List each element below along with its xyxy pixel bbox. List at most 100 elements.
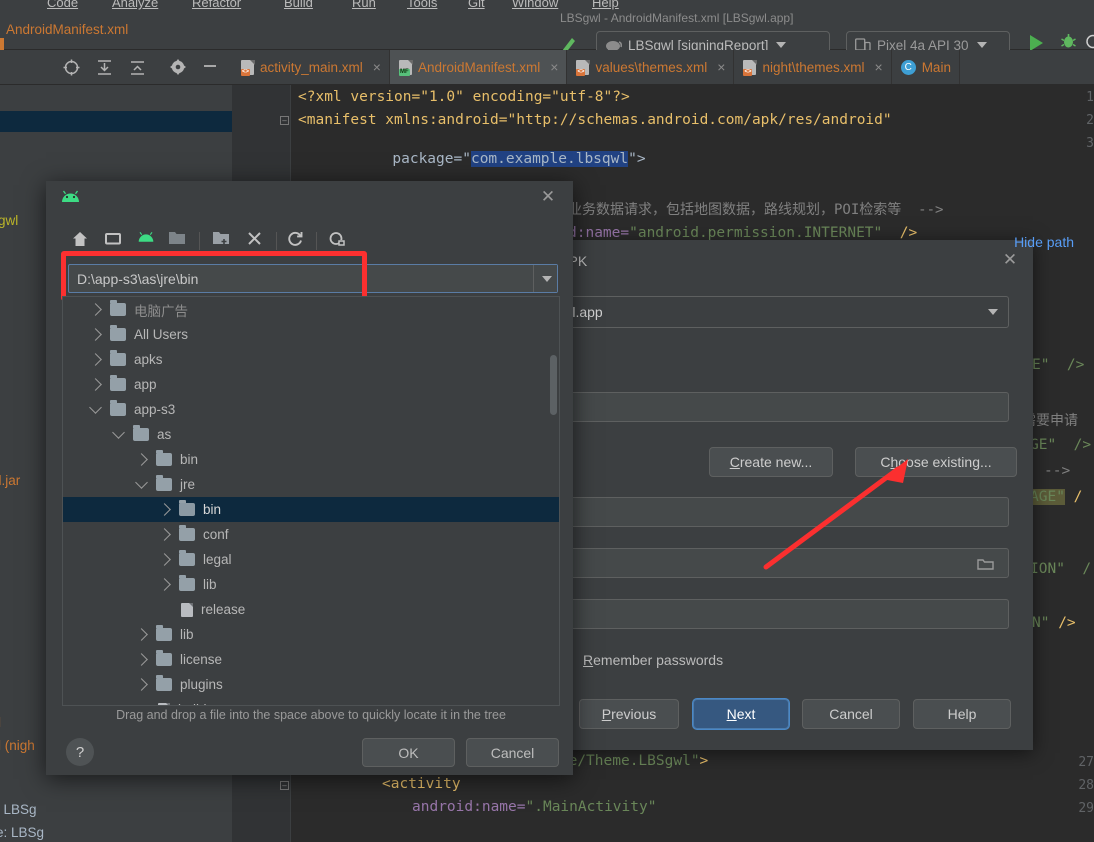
path-history-dropdown[interactable]: [533, 265, 557, 292]
close-icon[interactable]: ✕: [1001, 251, 1019, 269]
tree-row-app[interactable]: app: [63, 372, 559, 397]
tree-row-as-bin[interactable]: bin: [63, 447, 559, 472]
close-icon[interactable]: ✕: [539, 188, 557, 206]
breadcrumb[interactable]: AndroidManifest.xml: [6, 22, 128, 37]
tree-row-lib[interactable]: lib: [63, 622, 559, 647]
key-password-field[interactable]: [501, 599, 1009, 629]
collapse-all-icon[interactable]: [129, 59, 146, 80]
project-selected-row[interactable]: [0, 111, 232, 132]
menu-item-analyze[interactable]: Analyze: [112, 0, 158, 10]
code-fold-icon[interactable]: –: [280, 116, 289, 125]
android-device-icon[interactable]: [137, 230, 159, 252]
run-button[interactable]: [1030, 35, 1043, 51]
new-folder-icon[interactable]: [212, 230, 234, 252]
tree-row-release[interactable]: release: [63, 597, 559, 622]
project-tree-item[interactable]: gwl: [0, 213, 18, 228]
tab-close-icon[interactable]: ×: [875, 59, 883, 75]
tree-row-legal[interactable]: legal: [63, 547, 559, 572]
tree-row-lib-inner[interactable]: lib: [63, 572, 559, 597]
chevron-right-icon[interactable]: [135, 453, 148, 466]
tab-close-icon[interactable]: ×: [550, 59, 558, 75]
cancel-button[interactable]: Cancel: [802, 699, 900, 729]
line-number: 29: [1078, 801, 1094, 816]
project-tree-item[interactable]: d.jar: [0, 473, 20, 488]
editor-tab-bar[interactable]: <> activity_main.xml × MF AndroidManifes…: [232, 50, 1094, 85]
code-fold-icon[interactable]: –: [280, 781, 289, 790]
tree-row-apks[interactable]: apks: [63, 347, 559, 372]
delete-x-icon[interactable]: [246, 230, 268, 252]
project-tree-item[interactable]: l (nigh: [0, 738, 35, 753]
ok-button[interactable]: OK: [362, 738, 455, 767]
folder-icon[interactable]: [977, 557, 994, 570]
settings-gear-icon[interactable]: [170, 59, 186, 79]
key-alias-field[interactable]: [501, 548, 1009, 578]
chevron-right-icon[interactable]: [158, 503, 171, 516]
project-folder-icon[interactable]: [168, 230, 190, 252]
chevron-down-icon[interactable]: [89, 401, 102, 414]
xml-file-icon: <>: [576, 59, 591, 76]
target-locate-icon[interactable]: [63, 59, 80, 80]
tree-row-as[interactable]: as: [63, 422, 559, 447]
tab-main-activity[interactable]: C Main: [892, 50, 960, 84]
tab-values-themes-xml[interactable]: <> values\themes.xml ×: [567, 50, 735, 84]
chevron-down-icon[interactable]: [112, 426, 125, 439]
refresh-icon[interactable]: [286, 230, 308, 252]
menu-item-window[interactable]: Window: [512, 0, 558, 10]
chevron-down-icon[interactable]: [135, 476, 148, 489]
tab-close-icon[interactable]: ×: [717, 59, 725, 75]
tree-scrollbar-thumb[interactable]: [550, 355, 557, 415]
project-tree-item[interactable]: e: LBSg: [0, 825, 44, 840]
previous-button[interactable]: Previous: [579, 699, 679, 729]
desktop-icon[interactable]: [104, 230, 126, 252]
chevron-right-icon[interactable]: [89, 303, 102, 316]
menu-item-tools[interactable]: Tools: [407, 0, 437, 10]
tree-row-all-users[interactable]: All Users: [63, 322, 559, 347]
path-cancel-button[interactable]: Cancel: [466, 738, 559, 767]
expand-all-icon[interactable]: [96, 59, 113, 80]
tree-row-build-txt[interactable]: build.txt: [63, 697, 559, 705]
chevron-right-icon[interactable]: [158, 528, 171, 541]
tab-close-icon[interactable]: ×: [373, 59, 381, 75]
chevron-right-icon[interactable]: [89, 378, 102, 391]
chevron-right-icon[interactable]: [89, 328, 102, 341]
hide-minus-icon[interactable]: [202, 58, 218, 78]
menu-item-build[interactable]: Build: [284, 0, 313, 10]
menu-item-run[interactable]: Run: [352, 0, 376, 10]
show-hidden-icon[interactable]: [328, 230, 350, 252]
tree-row-label: license: [180, 652, 223, 667]
help-icon-button[interactable]: ?: [66, 738, 94, 766]
tree-row-jre[interactable]: jre: [63, 472, 559, 497]
chevron-right-icon[interactable]: [158, 578, 171, 591]
menu-bar[interactable]: Code Analyze Refactor Build Run Tools Gi…: [0, 0, 1094, 13]
menu-item-help[interactable]: Help: [592, 0, 619, 10]
chevron-right-icon[interactable]: [135, 678, 148, 691]
tab-androidmanifest-xml[interactable]: MF AndroidManifest.xml ×: [389, 50, 568, 84]
module-selector[interactable]: LBSgwl.app: [501, 296, 1009, 328]
menu-item-git[interactable]: Git: [468, 0, 485, 10]
chevron-right-icon[interactable]: [135, 653, 148, 666]
help-button[interactable]: Help: [913, 699, 1011, 729]
chevron-right-icon[interactable]: [158, 553, 171, 566]
tree-row-plugins[interactable]: plugins: [63, 672, 559, 697]
tree-row-app-s3[interactable]: app-s3: [63, 397, 559, 422]
home-icon[interactable]: [71, 230, 93, 252]
tab-label: AndroidManifest.xml: [417, 59, 541, 75]
menu-item-code[interactable]: Code: [47, 0, 78, 10]
key-store-password-field[interactable]: [501, 497, 1009, 527]
directory-tree[interactable]: 电脑广告 All Users apks app app-s3 as bin jr…: [62, 296, 560, 706]
chevron-right-icon[interactable]: [89, 353, 102, 366]
tab-night-themes-xml[interactable]: <> night\themes.xml ×: [734, 50, 892, 84]
menu-item-refactor[interactable]: Refactor: [192, 0, 241, 10]
project-tree-item[interactable]: : LBSg: [0, 802, 37, 817]
next-button[interactable]: Next: [693, 699, 789, 729]
tab-activity-main-xml[interactable]: <> activity_main.xml ×: [232, 50, 390, 84]
remember-passwords-label[interactable]: Remember passwords: [583, 652, 723, 668]
tree-row-jre-bin-selected[interactable]: bin: [63, 497, 559, 522]
tree-row-clipped[interactable]: 电脑广告: [63, 297, 559, 322]
tree-row-conf[interactable]: conf: [63, 522, 559, 547]
project-tree-item[interactable]: l: [0, 715, 1, 730]
tree-row-license[interactable]: license: [63, 647, 559, 672]
chevron-right-icon[interactable]: [135, 628, 148, 641]
key-store-path-field[interactable]: [501, 392, 1009, 422]
hide-path-link[interactable]: Hide path: [1014, 234, 1074, 250]
